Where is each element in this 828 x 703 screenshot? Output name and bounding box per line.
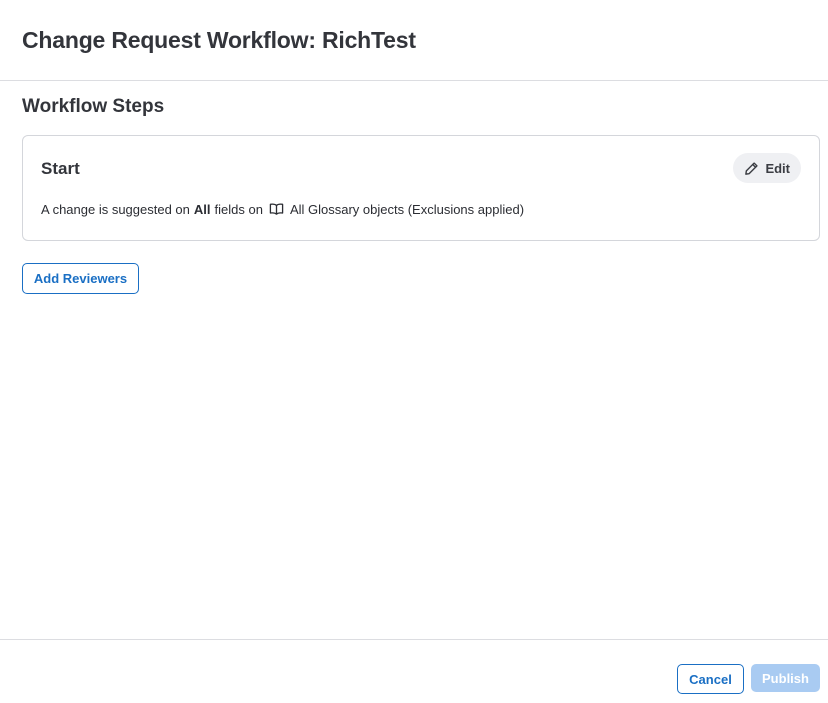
desc-mid: fields on [214, 201, 263, 217]
dialog-footer: Cancel Publish [0, 639, 828, 703]
edit-label: Edit [765, 160, 790, 176]
desc-suffix: All Glossary objects (Exclusions applied… [289, 201, 525, 217]
desc-bold: All [193, 201, 211, 217]
workflow-step-card: Start Edit A change is suggested on All … [22, 135, 820, 241]
edit-button[interactable]: Edit [733, 153, 801, 183]
step-title: Start [41, 159, 80, 178]
section-title: Workflow Steps [22, 96, 165, 117]
publish-button[interactable]: Publish [751, 664, 820, 692]
dialog-header: Change Request Workflow: RichTest [0, 0, 828, 81]
step-description: A change is suggested on All fields on A… [41, 201, 524, 217]
pencil-icon [743, 160, 759, 176]
page-title: Change Request Workflow: RichTest [22, 27, 416, 53]
book-open-icon [269, 201, 285, 217]
desc-prefix: A change is suggested on [41, 201, 190, 217]
add-reviewers-button[interactable]: Add Reviewers [22, 263, 139, 294]
cancel-button[interactable]: Cancel [677, 664, 744, 694]
